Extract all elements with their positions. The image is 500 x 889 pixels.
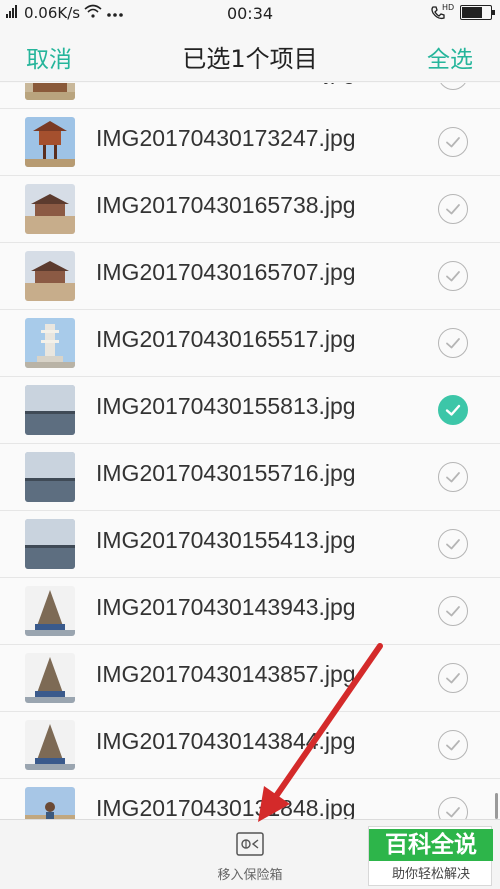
file-name: IMG20170430143857.jpg [96,661,356,687]
file-thumbnail [25,586,75,636]
unchecked-icon[interactable] [438,797,468,819]
file-name: IMG20170430173247.jpg [96,125,356,151]
file-list-inner: IMG20170430173248.jpg IMG20170430173247.j… [0,83,500,819]
file-name: IMG20170430165707.jpg [96,259,356,285]
file-thumbnail [25,184,75,234]
scrollbar[interactable] [495,793,498,819]
file-thumbnail [25,83,75,100]
unchecked-icon[interactable] [438,328,468,358]
move-to-vault-button[interactable]: 移入保险箱 [200,830,300,886]
file-name: IMG20170430155413.jpg [96,527,356,553]
unchecked-icon[interactable] [438,83,468,90]
file-row[interactable]: IMG20170430155716.jpg [0,444,500,511]
file-thumbnail [25,251,75,301]
file-thumbnail [25,519,75,569]
file-row[interactable]: IMG20170430173248.jpg [0,83,500,109]
header: 取消 已选1个项目 全选 [0,28,500,82]
unchecked-icon[interactable] [438,663,468,693]
watermark-subtitle: 助你轻松解决 [391,867,470,882]
file-name: IMG20170430173248.jpg [96,83,356,85]
unchecked-icon[interactable] [438,529,468,559]
file-row[interactable]: IMG20170430143943.jpg [0,578,500,645]
file-row[interactable]: IMG20170430173247.jpg [0,109,500,176]
file-name: IMG20170430155716.jpg [96,460,356,486]
status-right: HD [430,3,495,21]
unchecked-icon[interactable] [438,127,468,157]
status-bar: 0.06K/s 00:34 HD [0,0,500,28]
file-row[interactable]: IMG20170430165707.jpg [0,243,500,310]
unchecked-icon[interactable] [438,596,468,626]
file-thumbnail [25,787,75,819]
watermark-title: 百科全说 [369,829,493,861]
file-row[interactable]: IMG20170430143857.jpg [0,645,500,712]
file-row[interactable]: IMG20170430143844.jpg [0,712,500,779]
file-row[interactable]: IMG20170430165517.jpg [0,310,500,377]
file-row[interactable]: IMG20170430165738.jpg [0,176,500,243]
status-time: 00:34 [226,4,274,23]
file-row[interactable]: IMG20170430155413.jpg [0,511,500,578]
file-row[interactable]: IMG20170430131848.jpg [0,779,500,819]
file-thumbnail [25,653,75,703]
file-name: IMG20170430143943.jpg [96,594,356,620]
file-thumbnail [25,452,75,502]
file-thumbnail [25,720,75,770]
select-all-button[interactable]: 全选 [427,40,473,74]
watermark-logo: 百科全说 助你轻松解决 [368,826,493,886]
file-thumbnail [25,318,75,368]
unchecked-icon[interactable] [438,261,468,291]
unchecked-icon[interactable] [438,730,468,760]
move-to-vault-label: 移入保险箱 [217,868,283,883]
unchecked-icon[interactable] [438,194,468,224]
call-hd-icon: HD [430,3,454,21]
file-name: IMG20170430165517.jpg [96,326,356,352]
unchecked-icon[interactable] [438,462,468,492]
vault-icon [236,832,264,856]
checked-icon[interactable] [438,395,468,425]
file-name: IMG20170430155813.jpg [96,393,356,419]
file-name: IMG20170430165738.jpg [96,192,356,218]
file-row[interactable]: IMG20170430155813.jpg [0,377,500,444]
hd-label: HD [442,3,455,12]
file-thumbnail [25,385,75,435]
file-name: IMG20170430131848.jpg [96,795,356,819]
battery-icon [460,4,495,20]
file-thumbnail [25,117,75,167]
file-name: IMG20170430143844.jpg [96,728,356,754]
page-title: 已选1个项目 [182,45,318,73]
file-list[interactable]: IMG20170430173248.jpg IMG20170430173247.j… [0,83,500,819]
